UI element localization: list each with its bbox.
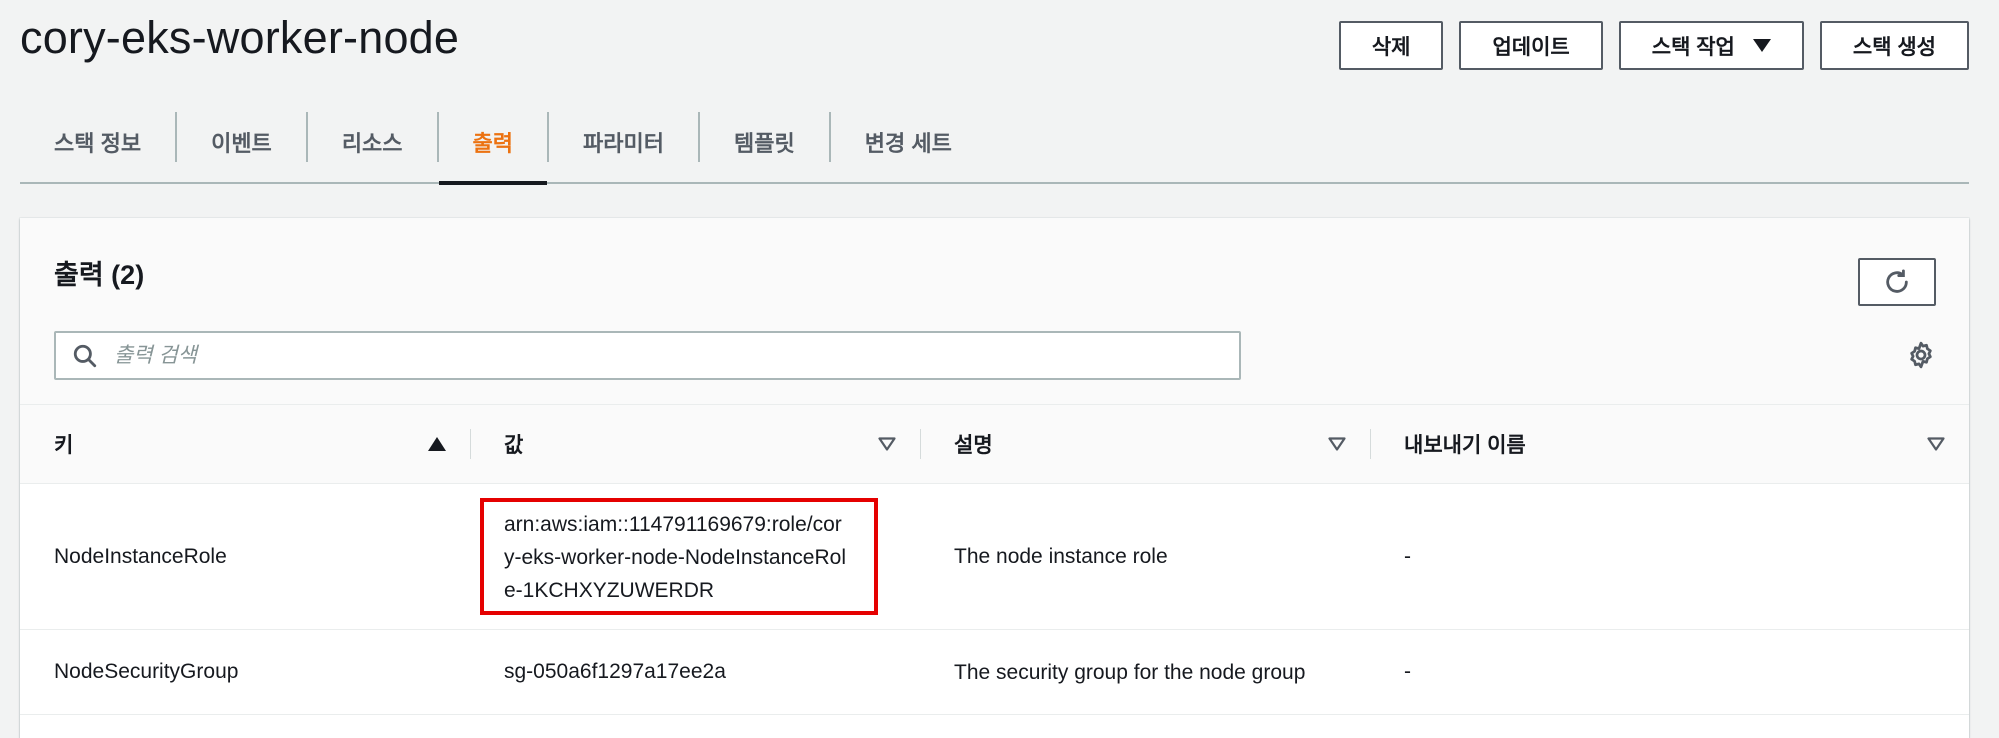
- cell-description: The security group for the node group: [920, 629, 1370, 715]
- column-header-label: 값: [504, 434, 524, 457]
- create-stack-button[interactable]: 스택 생성: [1819, 21, 1969, 70]
- sort-ascending-icon: [428, 437, 446, 451]
- column-header-key[interactable]: 키: [20, 405, 470, 484]
- stack-actions-button[interactable]: 스택 작업: [1618, 21, 1804, 70]
- cell-value: arn:aws:iam::114791169679:role/cory-eks-…: [470, 483, 920, 630]
- highlighted-value: arn:aws:iam::114791169679:role/cory-eks-…: [480, 498, 878, 615]
- cell-export-name: -: [1370, 629, 1969, 715]
- tab-outputs[interactable]: 출력: [438, 102, 548, 185]
- refresh-icon: [1886, 269, 1908, 293]
- update-button[interactable]: 업데이트: [1459, 21, 1603, 70]
- gear-icon[interactable]: [1906, 340, 1936, 370]
- table-row: NodeSecurityGroup sg-050a6f1297a17ee2a T…: [20, 629, 1969, 715]
- delete-button[interactable]: 삭제: [1338, 21, 1444, 70]
- outputs-panel-header: 출력 (2): [20, 218, 1969, 405]
- header-actions: 삭제 업데이트 스택 작업 스택 생성: [1338, 21, 1969, 70]
- search-input[interactable]: [112, 342, 1216, 369]
- page-title: cory-eks-worker-node: [20, 12, 460, 63]
- tab-resources[interactable]: 리소스: [308, 102, 437, 182]
- tab-stack-info[interactable]: 스택 정보: [20, 102, 175, 182]
- outputs-panel: 출력 (2) 키: [20, 218, 1969, 738]
- tab-parameters[interactable]: 파라미터: [549, 102, 698, 182]
- sort-icon: [878, 437, 896, 451]
- column-header-label: 설명: [954, 434, 993, 457]
- tab-change-sets[interactable]: 변경 세트: [831, 102, 986, 182]
- column-header-label: 내보내기 이름: [1404, 434, 1526, 457]
- cell-export-name: -: [1370, 483, 1969, 630]
- search-box: [54, 331, 1241, 380]
- column-header-label: 키: [54, 434, 74, 457]
- table-row: NodeInstanceRole arn:aws:iam::1147911696…: [20, 483, 1969, 630]
- sort-icon: [1328, 437, 1346, 451]
- column-header-value[interactable]: 값: [470, 405, 920, 484]
- cell-key: NodeSecurityGroup: [20, 629, 470, 715]
- column-header-export-name[interactable]: 내보내기 이름: [1370, 405, 1969, 484]
- column-header-description[interactable]: 설명: [920, 405, 1370, 484]
- refresh-button[interactable]: [1858, 258, 1936, 306]
- search-icon: [73, 344, 97, 367]
- cell-key: NodeInstanceRole: [20, 483, 470, 630]
- cell-value: sg-050a6f1297a17ee2a: [470, 629, 920, 715]
- stack-actions-label: 스택 작업: [1651, 35, 1735, 59]
- sort-icon: [1927, 437, 1945, 451]
- caret-down-icon: [1752, 39, 1771, 52]
- cell-description: The node instance role: [920, 483, 1370, 630]
- table-header-row: 키 값 설명 내보내기 이름: [20, 405, 1969, 484]
- outputs-table: 키 값 설명 내보내기 이름 NodeInstanceRole arn:aws:…: [20, 405, 1969, 715]
- outputs-title: 출력 (2): [54, 260, 145, 290]
- tab-template[interactable]: 템플릿: [700, 102, 829, 182]
- tab-events[interactable]: 이벤트: [177, 102, 306, 182]
- tab-bar: 스택 정보 이벤트 리소스 출력 파라미터 템플릿 변경 세트: [20, 102, 1969, 185]
